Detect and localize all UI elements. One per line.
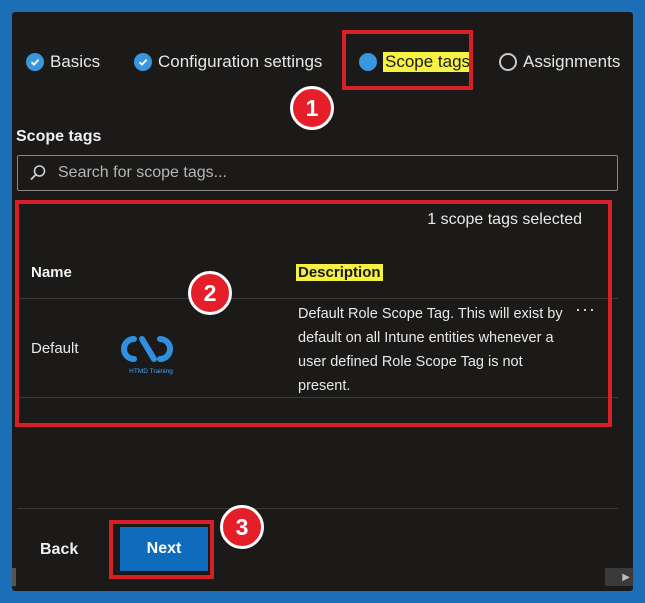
footer-divider: [17, 508, 618, 509]
highlight-box-table: [15, 200, 612, 427]
tab-label: Basics: [50, 52, 101, 71]
highlight-box-tab: [342, 30, 473, 90]
tab-configuration-settings[interactable]: Configuration settings: [134, 52, 322, 72]
empty-circle-icon: [499, 53, 517, 71]
wizard-panel: Basics Configuration settings Scope tags…: [12, 12, 633, 591]
section-title: Scope tags: [16, 128, 102, 145]
check-circle-icon: [26, 53, 44, 71]
search-input[interactable]: Search for scope tags...: [17, 155, 618, 191]
scrollbar-left[interactable]: [12, 568, 16, 586]
wizard-steps: Basics Configuration settings Scope tags…: [12, 12, 633, 92]
next-button[interactable]: Next: [120, 527, 208, 571]
step-badge-3: 3: [220, 505, 264, 549]
scrollbar-right-arrow[interactable]: ▶: [605, 568, 633, 586]
tab-label: Configuration settings: [158, 52, 323, 71]
back-button[interactable]: Back: [40, 541, 78, 559]
check-circle-icon: [134, 53, 152, 71]
step-badge-1: 1: [290, 86, 334, 130]
tab-assignments[interactable]: Assignments: [499, 52, 620, 72]
search-placeholder: Search for scope tags...: [58, 164, 227, 181]
tab-basics[interactable]: Basics: [26, 52, 100, 72]
step-badge-2: 2: [188, 271, 232, 315]
search-icon: [30, 165, 46, 181]
tab-label: Assignments: [523, 52, 621, 71]
